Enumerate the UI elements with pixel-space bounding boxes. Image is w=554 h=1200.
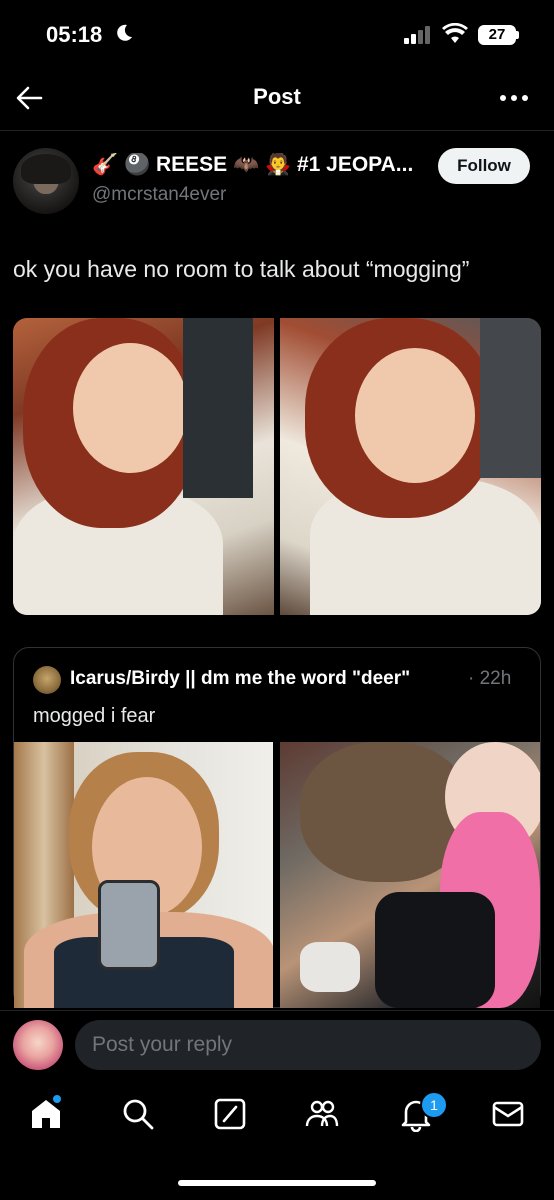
cellular-signal-icon (404, 26, 430, 44)
battery-level: 27 (488, 26, 506, 43)
author-avatar[interactable] (13, 148, 79, 214)
quoted-photo-1[interactable] (14, 742, 273, 1008)
post-photo-1[interactable] (13, 318, 274, 615)
home-unread-dot (53, 1095, 61, 1103)
battery-tip (516, 31, 519, 39)
page-title: Post (253, 84, 301, 109)
more-options-icon[interactable] (498, 86, 530, 110)
wifi-icon (442, 23, 468, 43)
messages-icon[interactable] (490, 1096, 526, 1132)
quoted-post-text: mogged i fear (33, 705, 156, 727)
quoted-author-avatar (33, 666, 61, 694)
quoted-photo-2[interactable] (280, 742, 540, 1008)
reply-input[interactable]: Post your reply (75, 1020, 541, 1070)
header-divider (0, 130, 554, 131)
notifications-badge: 1 (420, 1091, 448, 1119)
post-text: ok you have no room to talk about “moggi… (13, 256, 470, 282)
back-arrow-icon[interactable] (14, 84, 44, 112)
grok-icon[interactable] (212, 1096, 248, 1132)
battery-icon: 27 (478, 25, 516, 45)
home-indicator (178, 1180, 376, 1186)
reply-divider (0, 1010, 554, 1011)
author-display-name[interactable]: 🎸 🎱 REESE 🦇 🧛 #1 JEOPA... (92, 153, 422, 177)
post-photo-2[interactable] (280, 318, 541, 615)
focus-moon-icon (117, 24, 132, 41)
quoted-author-name: Icarus/Birdy || dm me the word "deer" (70, 668, 411, 689)
status-time: 05:18 (46, 22, 103, 47)
communities-icon[interactable] (304, 1096, 340, 1132)
author-handle[interactable]: @mcrstan4ever (92, 184, 226, 206)
my-avatar (13, 1020, 63, 1070)
quoted-post-time: · 22h (468, 668, 512, 689)
follow-button[interactable]: Follow (438, 148, 530, 184)
search-icon[interactable] (120, 1096, 156, 1132)
